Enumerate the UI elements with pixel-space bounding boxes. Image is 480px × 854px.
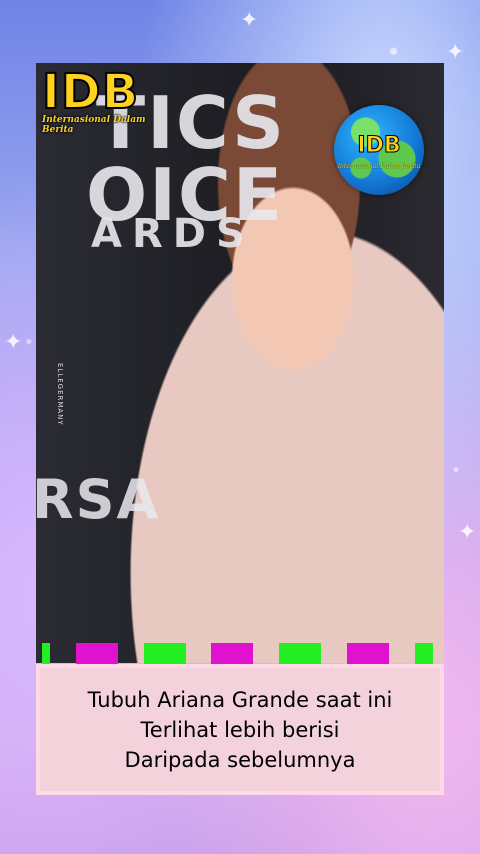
caption-line: Tubuh Ariana Grande saat ini [87, 687, 393, 712]
caption-box: Tubuh Ariana Grande saat ini Terlihat le… [36, 664, 444, 795]
sparkle-icon: ✦ [458, 520, 477, 545]
globe-logo-subtitle: Internasional Dalam Berita [337, 163, 421, 170]
caption-line: Daripada sebelumnya [124, 747, 356, 772]
progress-segment [76, 643, 118, 665]
watermark-text: ELLEGERMANY [56, 363, 64, 426]
backdrop-text: RSA [36, 468, 161, 531]
progress-segment [144, 643, 186, 665]
caption-line: Terlihat lebih berisi [140, 717, 340, 742]
globe-logo-icon: IDB Internasional Dalam Berita [334, 105, 424, 195]
logo-subtitle: Internasional Dalam Berita [42, 115, 146, 135]
progress-segment [415, 643, 433, 665]
backdrop-text: ARDS [91, 211, 255, 257]
progress-segment [279, 643, 321, 665]
sparkle-icon: ✦ [446, 40, 465, 65]
logo-title: IDB [41, 64, 140, 120]
progress-bar-strip [36, 643, 444, 665]
progress-segment [42, 643, 50, 665]
progress-segment [347, 643, 389, 665]
progress-segment [211, 643, 253, 665]
idb-logo: IDB Internasional Dalam Berita [41, 64, 172, 135]
sparkle-icon: ✦ [240, 8, 259, 33]
globe-logo-title: IDB [357, 133, 401, 159]
sparkle-icon: ✦ [4, 330, 23, 355]
